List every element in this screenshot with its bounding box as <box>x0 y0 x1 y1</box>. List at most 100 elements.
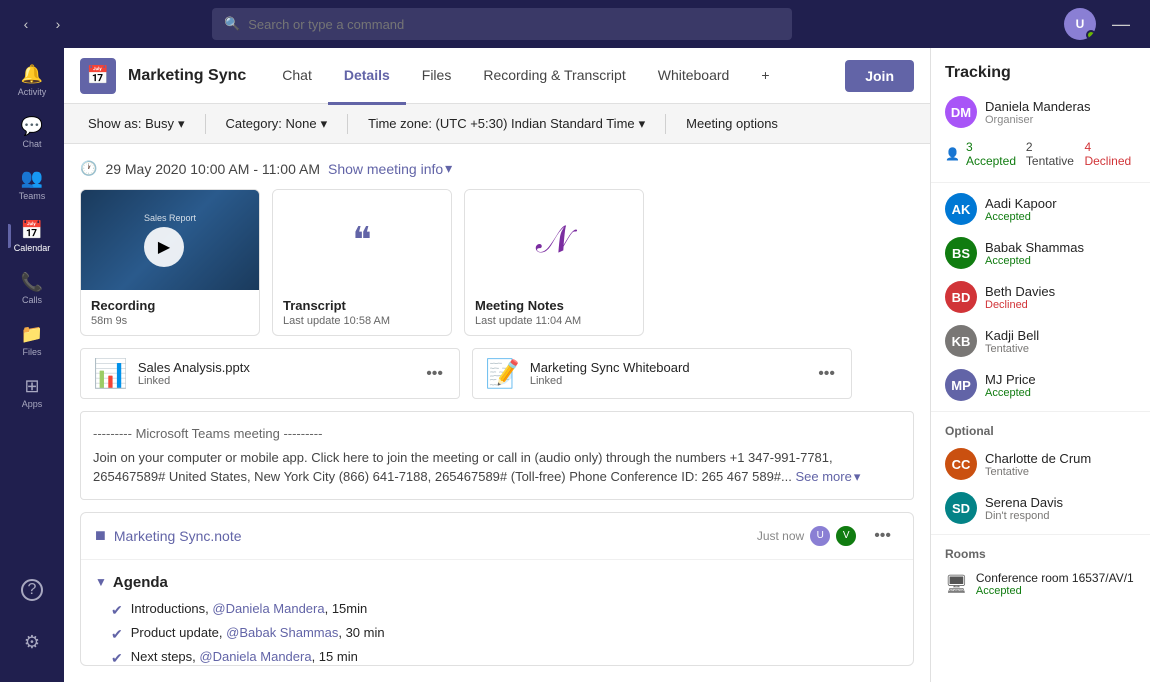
stat-tentative: 2 Tentative <box>1026 140 1079 168</box>
chevron-down-icon3: ▾ <box>639 116 646 132</box>
sidebar-item-calls[interactable]: 📞 Calls <box>8 264 56 312</box>
show-busy-button[interactable]: Show as: Busy ▾ <box>80 112 193 136</box>
tab-add[interactable]: + <box>745 49 785 105</box>
play-icon: ▶ <box>144 227 184 267</box>
notes-card-title: Meeting Notes <box>475 298 633 313</box>
calls-icon: 📞 <box>21 272 43 293</box>
transcript-subtitle: Last update 10:58 AM <box>283 315 441 327</box>
tracking-stats: 👤 3 Accepted 2 Tentative 4 Declined <box>931 134 1150 178</box>
avatar[interactable]: U <box>1064 8 1096 40</box>
room-row-1: 🖥 Conference room 16537/AV/1 Accepted <box>931 565 1150 603</box>
meeting-title: Marketing Sync <box>128 67 246 85</box>
tab-details[interactable]: Details <box>328 49 406 105</box>
whiteboard-status: Linked <box>530 375 804 387</box>
tab-recording[interactable]: Recording & Transcript <box>467 49 641 105</box>
meeting-header: 📅 Marketing Sync Chat Details Files Reco… <box>64 48 930 104</box>
notes-section: ■ Marketing Sync.note Just now U V ••• ▼… <box>80 512 914 667</box>
files-row: 📊 Sales Analysis.pptx Linked ••• 📝 Marke… <box>80 348 914 399</box>
notes-body: ▼ Agenda ✔ Introductions, @Daniela Mande… <box>81 560 913 667</box>
rooms-label: Rooms <box>931 539 1150 565</box>
search-bar[interactable]: 🔍 <box>212 8 792 40</box>
agenda-item-2: ✔ Product update, @Babak Shammas, 30 min <box>95 625 899 643</box>
sidebar-label-calls: Calls <box>22 295 42 305</box>
meeting-options-button[interactable]: Meeting options <box>678 112 786 135</box>
forward-button[interactable]: › <box>44 10 72 38</box>
minimize-button[interactable]: — <box>1104 10 1138 39</box>
sidebar-label-chat: Chat <box>22 139 41 149</box>
organizer-row: DM Daniela Manderas Organiser <box>931 90 1150 134</box>
content-area: 📅 Marketing Sync Chat Details Files Reco… <box>64 48 930 682</box>
attendee-avatar-3: BD <box>945 281 977 313</box>
nav-buttons: ‹ › <box>12 10 72 38</box>
tab-files[interactable]: Files <box>406 49 468 105</box>
attendee-status-1: Accepted <box>985 211 1057 223</box>
optional-row-2: SD Serena Davis Din't respond <box>931 486 1150 530</box>
tab-chat[interactable]: Chat <box>266 49 328 105</box>
sidebar-item-chat[interactable]: 💬 Chat <box>8 108 56 156</box>
tab-whiteboard[interactable]: Whiteboard <box>642 49 746 105</box>
file-menu-whiteboard[interactable]: ••• <box>814 361 839 387</box>
sidebar-item-settings[interactable]: ⚙ <box>8 618 56 666</box>
show-meeting-info-button[interactable]: Show meeting info ▾ <box>328 160 452 177</box>
recording-card-info: Recording 58m 9s <box>81 290 259 335</box>
sidebar-item-teams[interactable]: 👥 Teams <box>8 160 56 208</box>
sidebar-item-calendar[interactable]: 📅 Calendar <box>8 212 56 260</box>
notes-card-subtitle: Last update 11:04 AM <box>475 315 633 327</box>
right-panel: Tracking DM Daniela Manderas Organiser 👤… <box>930 48 1150 682</box>
sidebar-item-files[interactable]: 📁 Files <box>8 316 56 364</box>
sidebar-label-teams: Teams <box>19 191 46 201</box>
agenda-section-header[interactable]: ▼ Agenda <box>95 574 899 591</box>
attendee-status-5: Accepted <box>985 387 1036 399</box>
check-icon-3: ✔ <box>111 650 123 667</box>
agenda-label: Agenda <box>113 574 168 591</box>
onenote-file-icon: ■ <box>95 525 106 546</box>
transcript-card[interactable]: ❝ Transcript Last update 10:58 AM <box>272 189 452 336</box>
optional-status-1: Tentative <box>985 466 1091 478</box>
search-input[interactable] <box>248 17 780 32</box>
sidebar-item-help[interactable]: ? <box>8 566 56 614</box>
timezone-button[interactable]: Time zone: (UTC +5:30) Indian Standard T… <box>360 112 653 136</box>
toolbar-separator <box>205 114 206 134</box>
file-item-whiteboard[interactable]: 📝 Marketing Sync Whiteboard Linked ••• <box>472 348 852 399</box>
optional-avatar-2: SD <box>945 492 977 524</box>
room-status: Accepted <box>976 585 1134 597</box>
file-menu-pptx[interactable]: ••• <box>422 361 447 387</box>
attendee-status-3: Declined <box>985 299 1055 311</box>
attendee-row-3: BD Beth Davies Declined <box>931 275 1150 319</box>
meeting-notes-card[interactable]: 𝒩 Meeting Notes Last update 11:04 AM <box>464 189 644 336</box>
back-button[interactable]: ‹ <box>12 10 40 38</box>
agenda-item-3: ✔ Next steps, @Daniela Mandera, 15 min <box>95 649 899 667</box>
sidebar-item-apps[interactable]: ⊞ Apps <box>8 368 56 416</box>
category-button[interactable]: Category: None ▾ <box>218 112 336 136</box>
clock-icon: 🕐 <box>80 160 97 177</box>
pptx-icon: 📊 <box>93 357 128 390</box>
room-icon: 🖥 <box>945 574 968 595</box>
sidebar-item-activity[interactable]: 🔔 Activity <box>8 56 56 104</box>
stat-declined: 4 Declined <box>1084 140 1136 168</box>
collapse-icon: ▼ <box>95 575 107 589</box>
search-icon: 🔍 <box>224 16 240 32</box>
organizer-name: Daniela Manderas <box>985 99 1091 114</box>
notes-menu-button[interactable]: ••• <box>866 523 899 549</box>
attendee-row-4: KB Kadji Bell Tentative <box>931 319 1150 363</box>
notes-avatars: U V <box>812 524 858 548</box>
optional-name-1: Charlotte de Crum <box>985 451 1091 466</box>
pptx-status: Linked <box>138 375 412 387</box>
optional-name-2: Serena Davis <box>985 495 1063 510</box>
stat-accepted: 3 Accepted <box>966 140 1020 168</box>
attendee-row-5: MP MJ Price Accepted <box>931 363 1150 407</box>
tracking-title: Tracking <box>931 48 1150 90</box>
join-button[interactable]: Join <box>845 60 914 92</box>
attendee-row-1: AK Aadi Kapoor Accepted <box>931 187 1150 231</box>
notes-filename[interactable]: Marketing Sync.note <box>114 528 242 544</box>
meeting-datetime: 🕐 29 May 2020 10:00 AM - 11:00 AM Show m… <box>80 160 914 177</box>
organizer-info: Daniela Manderas Organiser <box>985 99 1091 126</box>
attendee-avatar-2: BS <box>945 237 977 269</box>
see-more-button[interactable]: See more ▾ <box>795 467 860 487</box>
file-item-pptx[interactable]: 📊 Sales Analysis.pptx Linked ••• <box>80 348 460 399</box>
recording-title: Recording <box>91 298 249 313</box>
notes-avatar-1: U <box>808 524 832 548</box>
help-icon: ? <box>21 579 43 601</box>
recording-card[interactable]: Sales Report ▶ Recording 58m 9s <box>80 189 260 336</box>
attendee-row-2: BS Babak Shammas Accepted <box>931 231 1150 275</box>
